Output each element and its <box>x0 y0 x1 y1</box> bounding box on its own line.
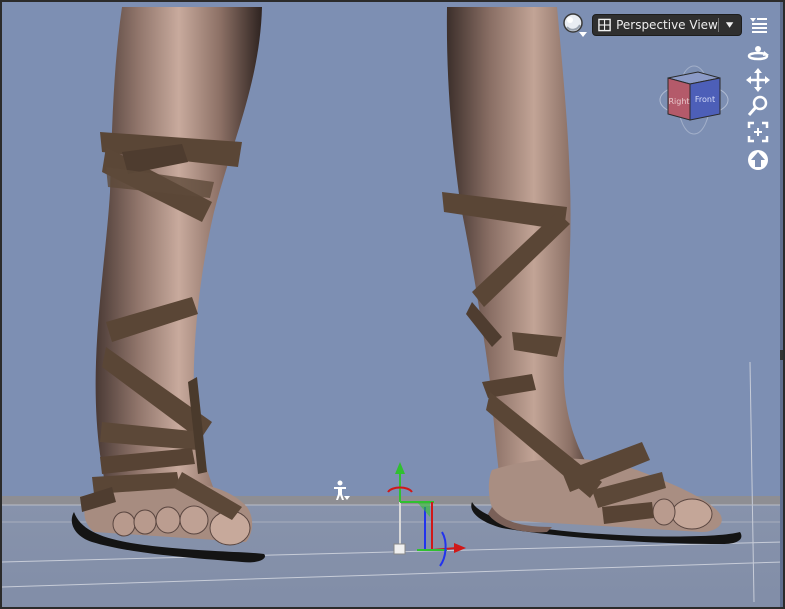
zoom-icon[interactable] <box>746 94 770 118</box>
view-grid-icon <box>598 18 611 32</box>
frame-selection-icon[interactable] <box>746 120 770 144</box>
orbit-icon[interactable] <box>746 42 770 66</box>
viewport[interactable]: Perspective View Right Front <box>0 0 785 609</box>
view-select-divider <box>717 18 719 32</box>
nav-cube-front-face: Front <box>695 95 715 104</box>
viewport-edge-strip <box>780 2 783 607</box>
view-select[interactable]: Perspective View <box>592 14 742 36</box>
view-select-label: Perspective View <box>616 18 718 32</box>
shading-sphere-icon[interactable] <box>562 12 588 38</box>
nav-cube-left-face: Right <box>668 97 689 106</box>
splitter-handle[interactable] <box>780 350 783 360</box>
pan-icon[interactable] <box>746 68 770 92</box>
view-menu-icon[interactable] <box>748 16 768 34</box>
reset-view-icon[interactable] <box>746 148 770 172</box>
chevron-down-icon[interactable] <box>724 19 735 31</box>
navigation-cube[interactable]: Right Front <box>658 64 730 136</box>
left-leg[interactable] <box>71 7 266 563</box>
